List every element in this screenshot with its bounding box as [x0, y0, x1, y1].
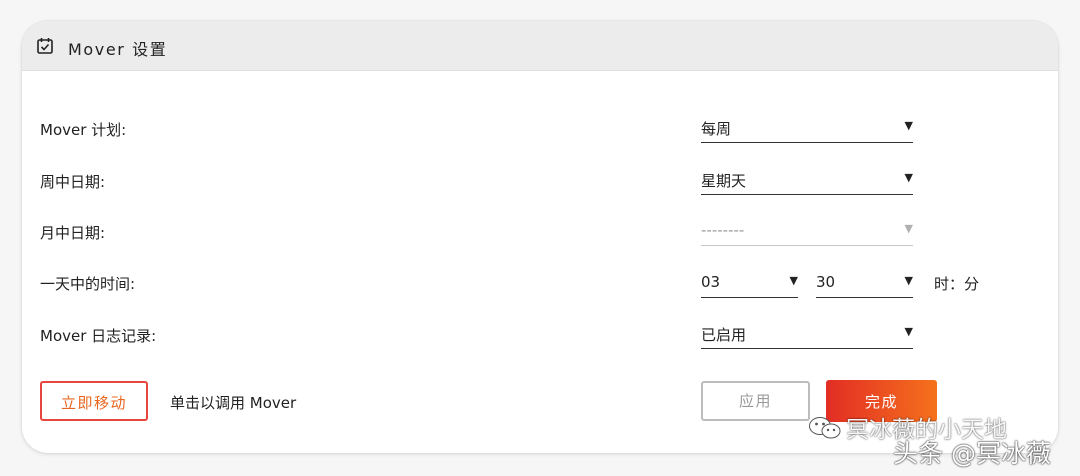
minute-value: 30 — [816, 273, 836, 291]
panel-header: Mover 设置 — [22, 21, 1058, 71]
move-now-button[interactable]: 立即移动 — [40, 381, 148, 421]
watermark-toutiao: 头条 @冥冰薇 — [893, 439, 1051, 468]
schedule-value: 每周 — [701, 120, 732, 138]
dropdown-arrow-icon: ▼ — [904, 222, 913, 235]
day-of-month-label: 月中日期: — [40, 224, 106, 242]
time-of-day-label: 一天中的时间: — [40, 275, 136, 293]
day-of-week-label: 周中日期: — [40, 173, 106, 191]
minute-select[interactable]: 30 ▼ — [816, 271, 913, 298]
time-unit-label: 时：分 — [934, 275, 980, 293]
mover-settings-panel: Mover 设置 Mover 计划: 每周 ▼ 周中日期: 星期天 ▼ 月中日期… — [22, 21, 1058, 453]
dropdown-arrow-icon: ▼ — [789, 274, 798, 287]
day-of-week-value: 星期天 — [701, 172, 747, 190]
logging-value: 已启用 — [701, 326, 747, 344]
move-now-hint: 单击以调用 Mover — [170, 394, 297, 412]
dropdown-arrow-icon: ▼ — [904, 274, 913, 287]
dropdown-arrow-icon: ▼ — [904, 325, 913, 338]
hour-value: 03 — [701, 273, 721, 291]
dropdown-arrow-icon: ▼ — [904, 119, 913, 132]
day-of-month-select: -------- ▼ — [701, 219, 913, 246]
logging-select[interactable]: 已启用 ▼ — [701, 322, 913, 349]
calendar-check-icon — [37, 37, 53, 54]
apply-button[interactable]: 应用 — [701, 381, 810, 421]
schedule-select[interactable]: 每周 ▼ — [701, 116, 913, 143]
wechat-icon — [808, 415, 842, 447]
schedule-label: Mover 计划: — [40, 121, 127, 139]
dropdown-arrow-icon: ▼ — [904, 171, 913, 184]
day-of-month-value: -------- — [701, 221, 745, 239]
page-title: Mover 设置 — [68, 40, 168, 59]
logging-label: Mover 日志记录: — [40, 327, 157, 345]
hour-select[interactable]: 03 ▼ — [701, 271, 798, 298]
day-of-week-select[interactable]: 星期天 ▼ — [701, 168, 913, 195]
